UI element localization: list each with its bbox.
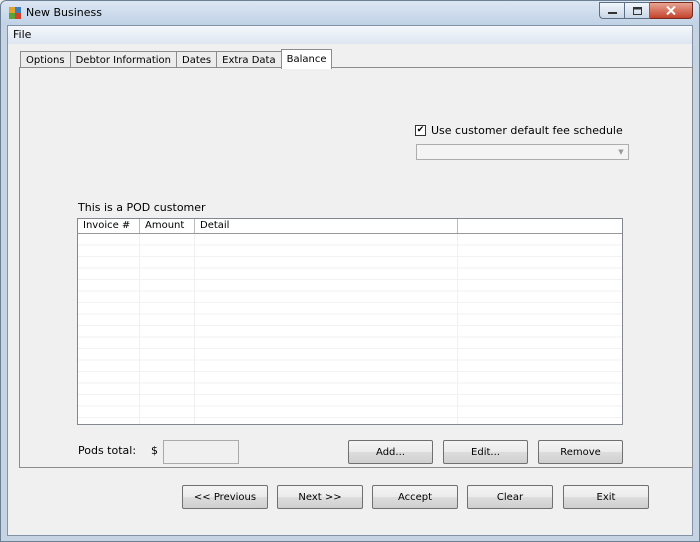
accept-button[interactable]: Accept <box>372 485 458 509</box>
default-fee-schedule-checkbox-row[interactable]: ✔ Use customer default fee schedule <box>415 124 623 137</box>
currency-symbol: $ <box>151 444 158 457</box>
maximize-button[interactable] <box>625 2 650 19</box>
column-divider <box>457 234 458 424</box>
pod-customer-label: This is a POD customer <box>78 201 206 214</box>
application-window: New Business File Options Debtor Informa… <box>0 0 700 542</box>
grid-header: Invoice # Amount Detail <box>78 219 622 234</box>
default-fee-schedule-checkbox[interactable]: ✔ <box>415 125 426 136</box>
clear-button[interactable]: Clear <box>467 485 553 509</box>
tab-dates[interactable]: Dates <box>176 51 218 68</box>
title-bar[interactable]: New Business <box>1 1 699 25</box>
maximize-icon <box>632 6 642 15</box>
remove-button[interactable]: Remove <box>538 440 623 464</box>
previous-button[interactable]: << Previous <box>182 485 268 509</box>
exit-button[interactable]: Exit <box>563 485 649 509</box>
grid-body[interactable] <box>78 234 622 424</box>
caption-buttons <box>599 2 693 20</box>
tab-options[interactable]: Options <box>20 51 71 68</box>
column-header-amount[interactable]: Amount <box>140 219 195 233</box>
menu-file[interactable]: File <box>13 28 31 41</box>
dropdown-arrow-icon[interactable]: ▼ <box>614 145 628 159</box>
add-button[interactable]: Add... <box>348 440 433 464</box>
default-fee-schedule-label: Use customer default fee schedule <box>431 124 623 137</box>
invoice-grid[interactable]: Invoice # Amount Detail <box>77 218 623 425</box>
menu-bar: File <box>8 26 692 44</box>
minimize-icon <box>607 12 617 14</box>
column-divider <box>139 234 140 424</box>
minimize-button[interactable] <box>599 2 625 19</box>
checkmark-icon: ✔ <box>416 125 425 135</box>
next-button[interactable]: Next >> <box>277 485 363 509</box>
client-area: File Options Debtor Information Dates Ex… <box>7 25 693 536</box>
column-divider <box>194 234 195 424</box>
window-title: New Business <box>26 6 102 19</box>
fee-schedule-combobox[interactable]: ▼ <box>416 144 629 160</box>
edit-button[interactable]: Edit... <box>443 440 528 464</box>
column-header-detail[interactable]: Detail <box>195 219 458 233</box>
close-button[interactable] <box>650 2 693 19</box>
tab-strip: Options Debtor Information Dates Extra D… <box>20 49 333 69</box>
pods-total-label: Pods total: <box>78 444 137 457</box>
pods-total-field <box>163 440 239 464</box>
app-icon <box>9 7 21 19</box>
close-icon <box>666 6 676 15</box>
tab-extra-data[interactable]: Extra Data <box>216 51 282 68</box>
column-header-invoice[interactable]: Invoice # <box>78 219 140 233</box>
tab-balance[interactable]: Balance <box>280 49 333 69</box>
balance-tab-panel: ✔ Use customer default fee schedule ▼ Th… <box>19 67 693 468</box>
tab-debtor-information[interactable]: Debtor Information <box>69 51 178 68</box>
column-header-filler <box>458 219 622 233</box>
